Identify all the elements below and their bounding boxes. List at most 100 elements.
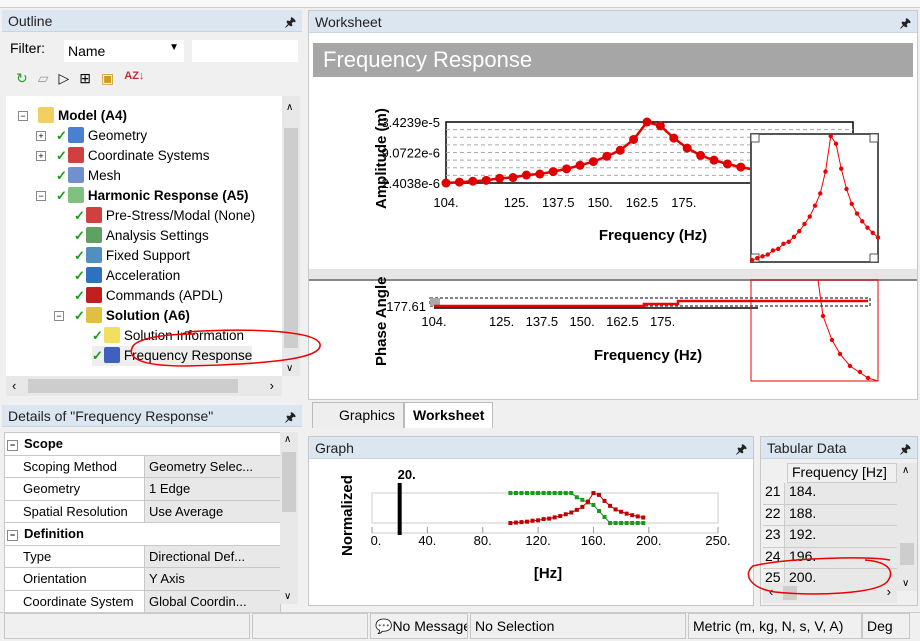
graph-point (641, 515, 646, 520)
expand-all-icon[interactable]: ⊞ (79, 70, 91, 94)
resize-handle[interactable] (750, 133, 760, 143)
inset-point (870, 230, 875, 236)
status-angle[interactable]: Deg (862, 613, 910, 639)
inset-point (860, 219, 865, 224)
folder-icon[interactable]: ▣ (101, 70, 114, 94)
filter-input[interactable] (192, 40, 298, 62)
tree-item-analysis-settings[interactable]: ✓ Analysis Settings (74, 226, 209, 246)
pin-icon[interactable]: 🖈 (900, 440, 911, 461)
pin-icon[interactable]: 🖈 (900, 14, 911, 35)
tab-worksheet[interactable]: Worksheet (404, 402, 494, 428)
details-table: − Scope Scoping Method Geometry Selec... Geo… (3, 432, 282, 613)
collapse-icon[interactable]: − (7, 530, 18, 542)
check-icon: ✓ (74, 228, 85, 243)
tree-item-geometry[interactable]: ✓ Geometry (56, 126, 147, 146)
pin-icon[interactable]: 🖈 (285, 408, 296, 429)
check-icon: ✓ (74, 208, 85, 223)
property-value[interactable]: 1 Edge (143, 477, 282, 501)
property-name: Type (4, 544, 145, 568)
refresh-icon[interactable]: ↻ (16, 70, 28, 94)
graph-point (513, 491, 518, 495)
data-point (722, 159, 732, 169)
collapse-icon[interactable]: − (36, 191, 46, 201)
tree-item-coordinate-systems[interactable]: ✓ Coordinate Systems (56, 146, 209, 166)
status-units[interactable]: Metric (m, kg, N, s, V, A) (688, 613, 862, 639)
resize-handle[interactable] (869, 253, 879, 263)
check-icon: ✓ (74, 248, 85, 263)
check-icon: ✓ (92, 348, 103, 363)
graph-point (569, 510, 574, 515)
resize-handle[interactable] (869, 133, 879, 143)
graph-point (596, 492, 601, 497)
data-point (736, 162, 746, 172)
graph-point (591, 491, 596, 496)
graph-point (619, 521, 624, 525)
tabular-title: Tabular Data (767, 440, 847, 456)
tree-item-pre-stress[interactable]: ✓ Pre-Stress/Modal (None) (74, 206, 255, 226)
x-tick-label: 150. (569, 314, 594, 329)
table-row[interactable]: 23 192. (763, 526, 897, 548)
inset-point (857, 369, 863, 375)
expand-icon[interactable]: + (36, 151, 46, 161)
sort-az-icon[interactable]: AZ↓ (124, 70, 144, 94)
property-value[interactable]: Directional Def... (143, 544, 282, 568)
tree-item-commands[interactable]: ✓ Commands (APDL) (74, 286, 223, 306)
details-row[interactable]: Type Directional Def... (4, 544, 282, 568)
graph-point (596, 509, 601, 513)
zoom-inset[interactable] (749, 133, 881, 263)
tree-item-model[interactable]: Model (A4) (38, 106, 127, 126)
graph-point (585, 499, 590, 504)
tree-item-mesh[interactable]: ✓ Mesh (56, 166, 121, 186)
graph-point (525, 491, 530, 495)
details-row[interactable]: Scoping Method Geometry Selec... (4, 454, 282, 478)
details-row[interactable]: Spatial Resolution Use Average (4, 499, 282, 523)
property-value[interactable]: Use Average (143, 499, 282, 523)
details-row[interactable]: Orientation Y Axis (4, 567, 282, 591)
model-icon (38, 107, 54, 123)
outline-title: Outline (8, 13, 53, 29)
graph-point (602, 498, 607, 503)
status-messages[interactable]: 💬No Messages (370, 613, 468, 639)
details-row[interactable]: Coordinate System Global Coordin... (4, 589, 282, 613)
tabular-vscroll[interactable]: ∧ ∨ (897, 463, 917, 591)
commands-icon (85, 287, 102, 303)
property-value[interactable]: Geometry Selec... (143, 454, 282, 478)
graph-point (630, 521, 635, 525)
table-row[interactable]: 22 188. (763, 504, 897, 526)
table-row[interactable]: 21 184. (763, 483, 897, 505)
frequency-cell: 188. (785, 504, 897, 525)
tree-item-label: Fixed Support (105, 248, 190, 263)
graph-point (547, 491, 552, 495)
property-value[interactable]: Global Coordin... (143, 589, 282, 613)
collapse-icon[interactable]: − (54, 311, 64, 321)
tree-item-label: Geometry (87, 128, 148, 143)
y-tick-label: 3.4239e-5 (381, 115, 440, 130)
pin-icon[interactable]: 🖈 (285, 13, 296, 34)
data-point (615, 145, 625, 155)
collapse-icon[interactable]: − (18, 111, 28, 121)
inset-point (818, 191, 823, 196)
filter-select[interactable]: Name ▼ (64, 40, 184, 62)
tab-graphics[interactable]: Graphics (312, 402, 405, 428)
status-empty (4, 613, 250, 639)
tree-item-fixed-support[interactable]: ✓ Fixed Support (74, 246, 190, 266)
details-category[interactable]: − Scope (3, 432, 282, 456)
details-row[interactable]: Geometry 1 Edge (4, 477, 282, 501)
tree-item-solution[interactable]: ✓ Solution (A6) (74, 306, 190, 326)
details-vscroll[interactable]: ∧ ∨ (280, 432, 298, 604)
data-point (521, 170, 531, 180)
collapse-icon[interactable]: − (7, 440, 18, 452)
node-icon[interactable]: ▷ (59, 70, 70, 94)
x-tick-label: 175. (650, 314, 675, 329)
outline-hscroll[interactable]: ‹ › (6, 376, 282, 396)
tree-item-harmonic-response[interactable]: ✓ Harmonic Response (A5) (56, 186, 248, 206)
graph-point (613, 507, 618, 512)
expand-icon[interactable]: + (36, 131, 46, 141)
frequency-marker[interactable] (397, 483, 402, 535)
tree-item-acceleration[interactable]: ✓ Acceleration (74, 266, 180, 286)
worksheet-header: Worksheet 🖈 (309, 11, 917, 33)
property-value[interactable]: Y Axis (143, 567, 282, 591)
column-header-frequency[interactable]: Frequency [Hz] (787, 463, 897, 483)
eraser-icon[interactable]: ▱ (38, 70, 49, 94)
details-category[interactable]: − Definition (3, 522, 282, 546)
